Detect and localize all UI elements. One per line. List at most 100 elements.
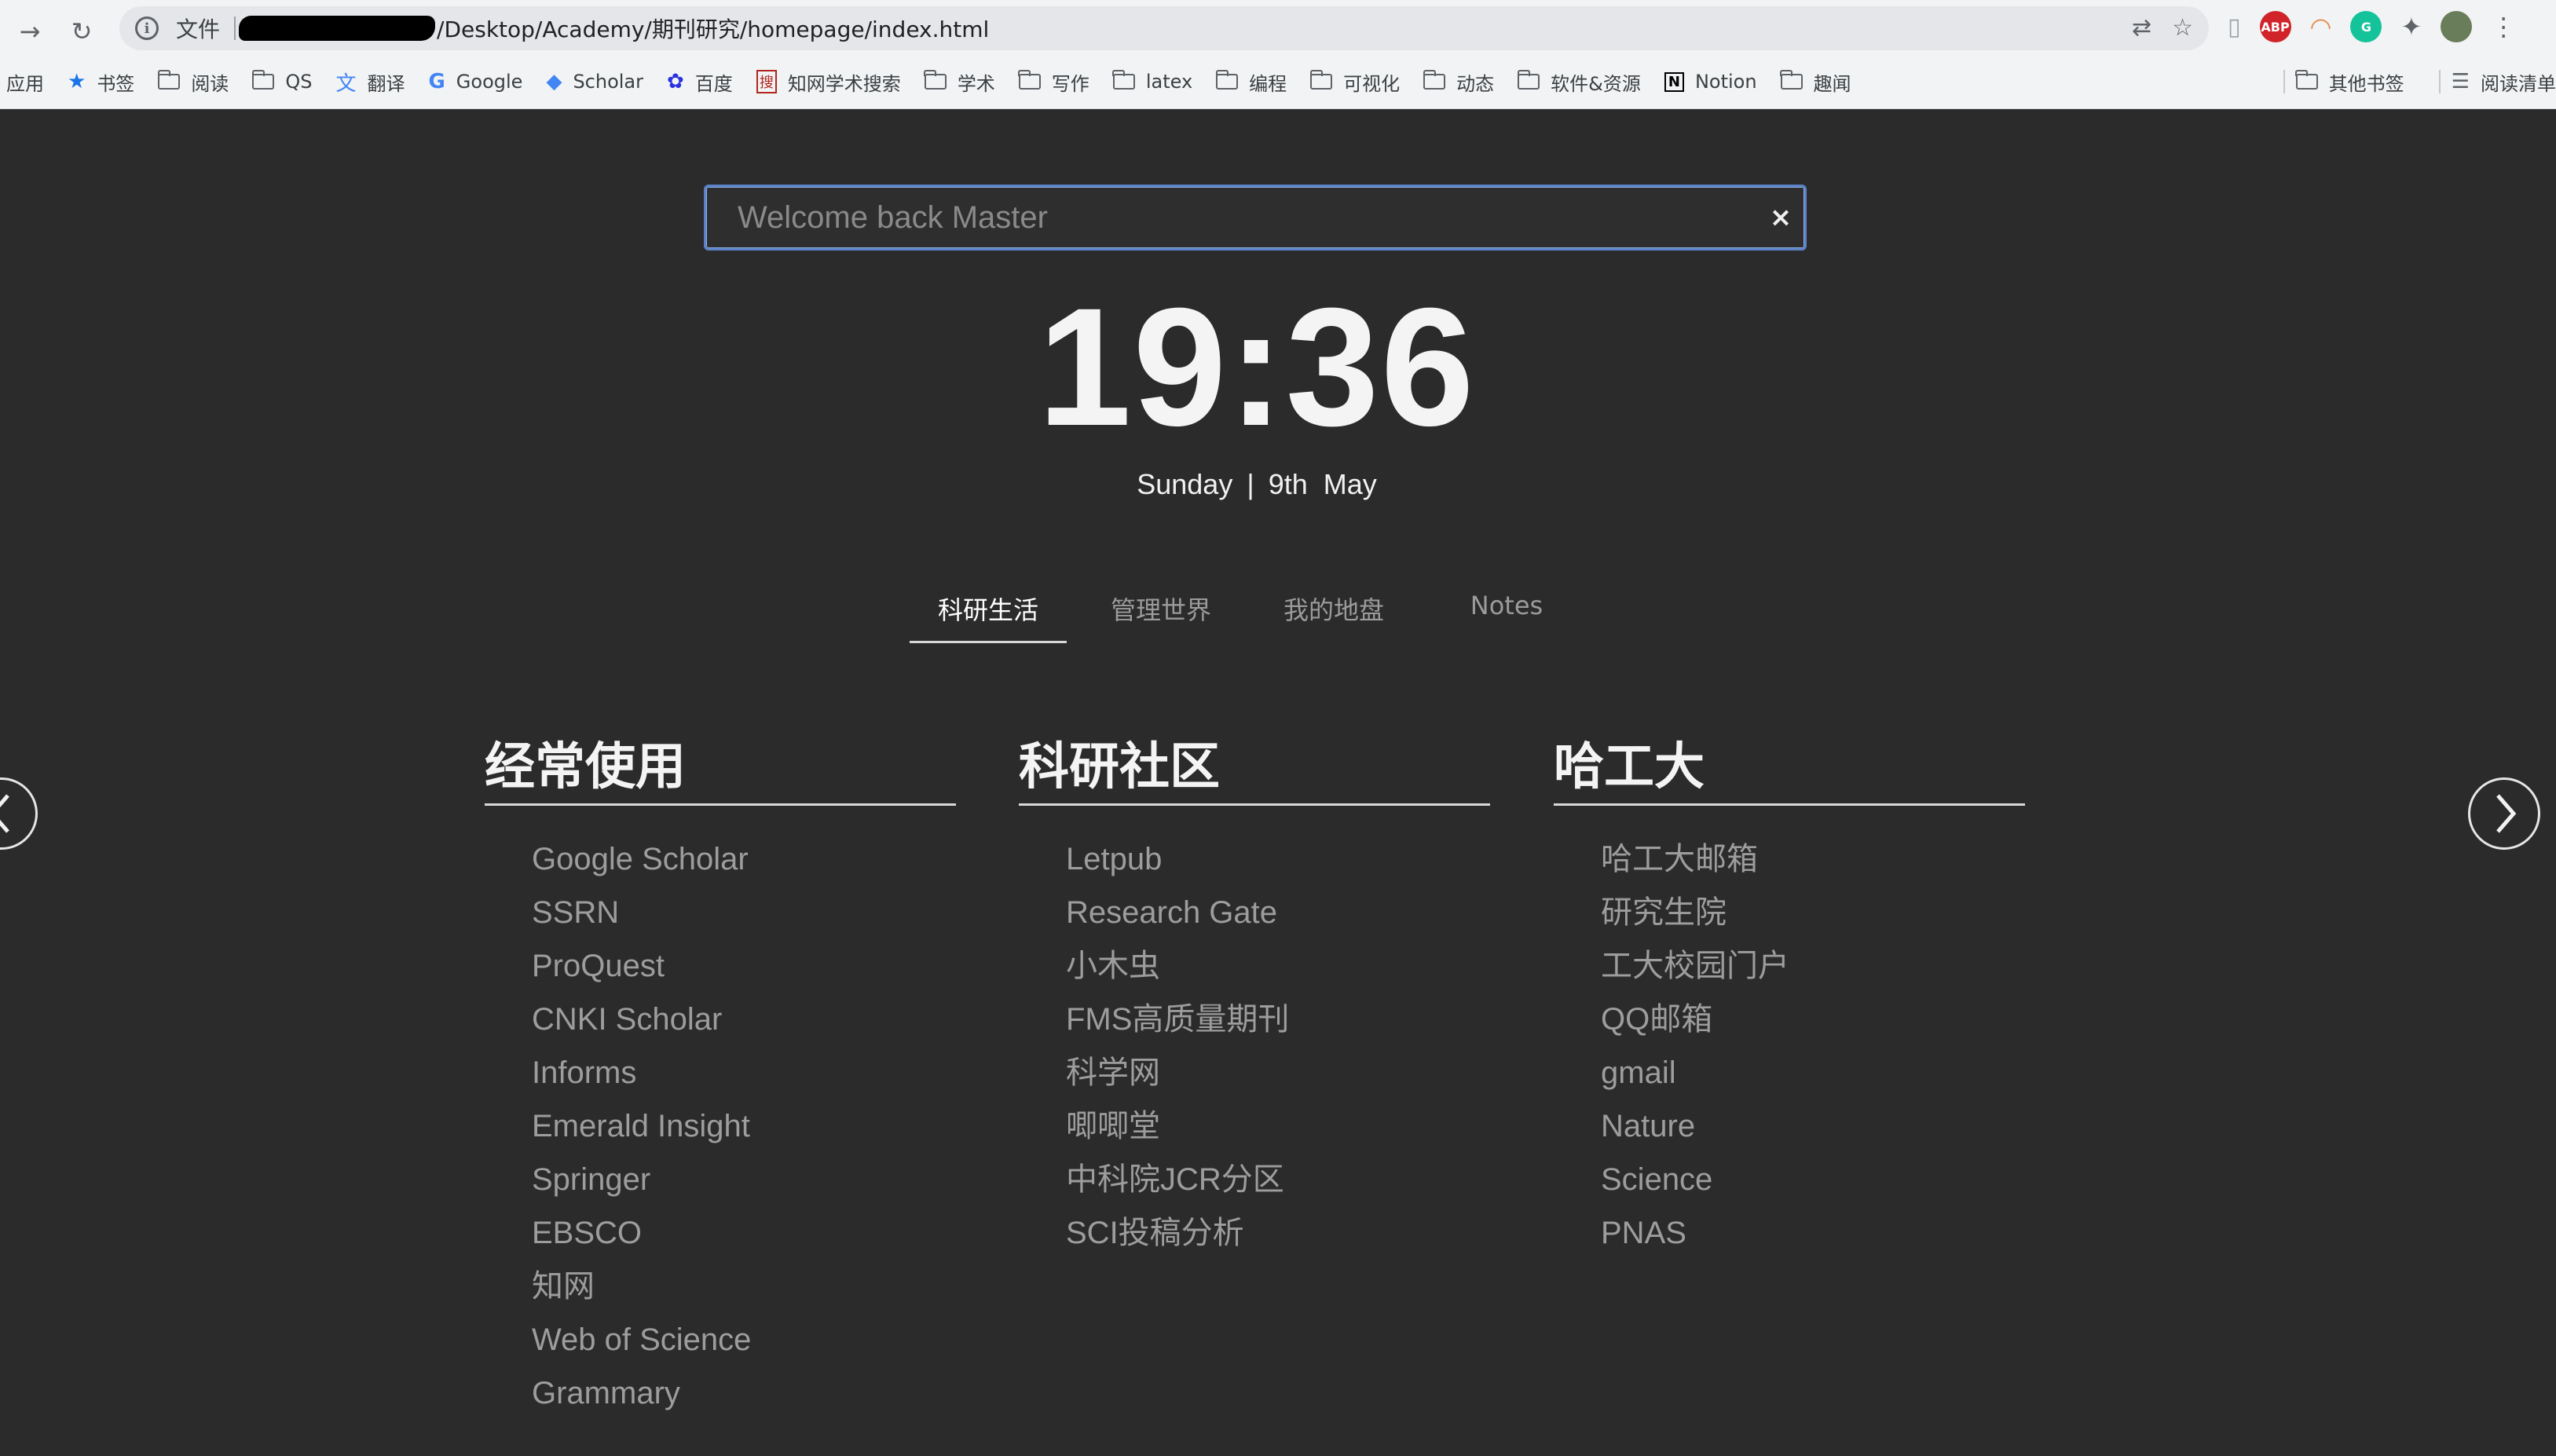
link-informs[interactable]: Informs <box>532 1051 956 1104</box>
tab-my-space[interactable]: 我的地盘 <box>1255 591 1412 641</box>
bookmark-folder-software[interactable]: 软件&资源 <box>1517 68 1641 96</box>
bookmark-notion[interactable]: N Notion <box>1664 71 1757 93</box>
clear-search-icon[interactable]: × <box>1757 202 1804 233</box>
link-fms-journals[interactable]: FMS高质量期刊 <box>1066 997 1490 1051</box>
folder-icon <box>1018 70 1041 90</box>
reading-list-icon: ☰ <box>2451 70 2470 93</box>
folder-icon <box>1517 70 1540 90</box>
link-qq-mail[interactable]: QQ邮箱 <box>1601 997 2025 1051</box>
tab-research-life[interactable]: 科研生活 <box>910 591 1067 643</box>
google-icon: G <box>428 70 445 93</box>
scheme-label: 文件 <box>176 16 221 42</box>
bookmark-bookmarks[interactable]: ★ 书签 <box>68 68 134 96</box>
chevron-left-icon <box>0 794 9 833</box>
link-muchong[interactable]: 小木虫 <box>1066 944 1490 997</box>
menu-dots-icon[interactable]: ⋮ <box>2491 12 2516 42</box>
cnki-search-icon: 搜 <box>756 70 777 93</box>
date-separator: | <box>1247 468 1254 500</box>
translate-icon: 文 <box>335 71 357 96</box>
bookmark-translate[interactable]: 文翻译 <box>335 68 405 97</box>
bookmark-folder-latex[interactable]: latex <box>1112 70 1192 93</box>
notion-icon: N <box>1664 71 1684 92</box>
column-frequent: 经常使用 Google Scholar SSRN ProQuest CNKI S… <box>485 726 956 1425</box>
link-nature[interactable]: Nature <box>1601 1104 2025 1158</box>
search-input[interactable] <box>706 199 1757 236</box>
link-hit-mail[interactable]: 哈工大邮箱 <box>1601 837 2025 891</box>
link-google-scholar[interactable]: Google Scholar <box>532 837 956 891</box>
link-cnki-scholar[interactable]: CNKI Scholar <box>532 997 956 1051</box>
link-gmail[interactable]: gmail <box>1601 1051 2025 1104</box>
next-page-button[interactable] <box>2468 777 2540 850</box>
grammarly-icon[interactable]: G <box>2350 11 2382 42</box>
link-emerald-insight[interactable]: Emerald Insight <box>532 1104 956 1158</box>
bookmark-cnki-search[interactable]: 搜知网学术搜索 <box>756 68 901 96</box>
bookmark-folder-news[interactable]: 动态 <box>1423 68 1494 96</box>
bookmark-star-icon[interactable]: ☆ <box>2172 14 2193 42</box>
adblock-icon[interactable]: ABP <box>2259 11 2291 42</box>
page-icon[interactable]: ▯ <box>2228 13 2241 41</box>
extensions-puzzle-icon[interactable]: ✦ <box>2400 12 2422 42</box>
reading-list[interactable]: ☰ 阅读清单 <box>2452 68 2556 96</box>
date-day: 9th <box>1268 468 1308 500</box>
link-cas-jcr[interactable]: 中科院JCR分区 <box>1066 1158 1490 1211</box>
folder-icon <box>251 70 275 90</box>
bookmark-folder-writing[interactable]: 写作 <box>1018 68 1089 96</box>
forward-icon[interactable]: → <box>9 11 50 52</box>
prev-page-button[interactable] <box>0 777 38 850</box>
bookmark-folder-academic[interactable]: 学术 <box>924 68 995 96</box>
bookmark-folder-coding[interactable]: 编程 <box>1215 68 1287 96</box>
link-grammary[interactable]: Grammary <box>532 1371 956 1425</box>
redacted-path <box>239 16 436 41</box>
link-list: 哈工大邮箱 研究生院 工大校园门户 QQ邮箱 gmail Nature Scie… <box>1554 806 2025 1264</box>
tab-management-world[interactable]: 管理世界 <box>1082 591 1240 641</box>
bookmark-folder-visualization[interactable]: 可视化 <box>1309 68 1400 96</box>
link-proquest[interactable]: ProQuest <box>532 944 956 997</box>
star-icon: ★ <box>68 70 86 93</box>
bookmark-other[interactable]: 其他书签 <box>2295 68 2404 96</box>
link-cnki[interactable]: 知网 <box>532 1264 956 1318</box>
browser-chrome: → ↻ i 文件 /Desktop/Academy/期刊研究/homepage/… <box>0 0 2556 109</box>
rss-extension-icon[interactable]: ◠ <box>2310 12 2332 42</box>
bookmark-folder-reading[interactable]: 阅读 <box>157 68 229 96</box>
link-graduate-school[interactable]: 研究生院 <box>1601 891 2025 944</box>
folder-icon <box>1215 70 1239 90</box>
bookmark-folder-fun[interactable]: 趣闻 <box>1780 68 1851 96</box>
folder-icon <box>1309 70 1333 90</box>
translate-icon[interactable]: ⇄ <box>2132 14 2151 42</box>
column-title: 经常使用 <box>485 726 956 806</box>
link-list: Google Scholar SSRN ProQuest CNKI Schola… <box>485 806 956 1425</box>
column-title: 哈工大 <box>1554 726 2025 806</box>
link-ssrn[interactable]: SSRN <box>532 891 956 944</box>
link-ebsco[interactable]: EBSCO <box>532 1211 956 1264</box>
column-hit: 哈工大 哈工大邮箱 研究生院 工大校园门户 QQ邮箱 gmail Nature … <box>1554 726 2025 1264</box>
link-springer[interactable]: Springer <box>532 1158 956 1211</box>
link-letpub[interactable]: Letpub <box>1066 837 1490 891</box>
bookmark-apps[interactable]: 应用 <box>6 68 44 96</box>
address-bar[interactable]: i 文件 /Desktop/Academy/期刊研究/homepage/inde… <box>119 6 2209 50</box>
folder-icon <box>1112 70 1135 90</box>
folder-icon <box>924 70 947 90</box>
date-display: Sunday | 9th May <box>0 468 2514 501</box>
link-jijitang[interactable]: 唧唧堂 <box>1066 1104 1490 1158</box>
tab-notes[interactable]: Notes <box>1428 591 1585 635</box>
date-month: May <box>1323 468 1377 500</box>
bookmark-folder-qs[interactable]: QS <box>251 70 312 93</box>
link-web-of-science[interactable]: Web of Science <box>532 1318 956 1371</box>
link-science[interactable]: Science <box>1601 1158 2025 1211</box>
url-text[interactable]: /Desktop/Academy/期刊研究/homepage/index.htm… <box>437 13 989 44</box>
link-campus-portal[interactable]: 工大校园门户 <box>1601 944 2025 997</box>
link-sci-submission[interactable]: SCI投稿分析 <box>1066 1211 1490 1264</box>
site-info-icon[interactable]: i <box>135 16 159 40</box>
reload-icon[interactable]: ↻ <box>61 11 102 52</box>
folder-icon <box>157 70 181 90</box>
folder-icon <box>1780 70 1803 90</box>
bookmarks-divider <box>2438 70 2441 93</box>
bookmark-scholar[interactable]: ◆ Scholar <box>546 70 643 93</box>
bookmark-baidu[interactable]: ✿ 百度 <box>667 68 733 96</box>
link-research-gate[interactable]: Research Gate <box>1066 891 1490 944</box>
folder-icon <box>1423 70 1446 90</box>
link-pnas[interactable]: PNAS <box>1601 1211 2025 1264</box>
link-sciencenet[interactable]: 科学网 <box>1066 1051 1490 1104</box>
profile-avatar[interactable] <box>2441 11 2473 42</box>
bookmark-google[interactable]: G Google <box>428 70 522 93</box>
